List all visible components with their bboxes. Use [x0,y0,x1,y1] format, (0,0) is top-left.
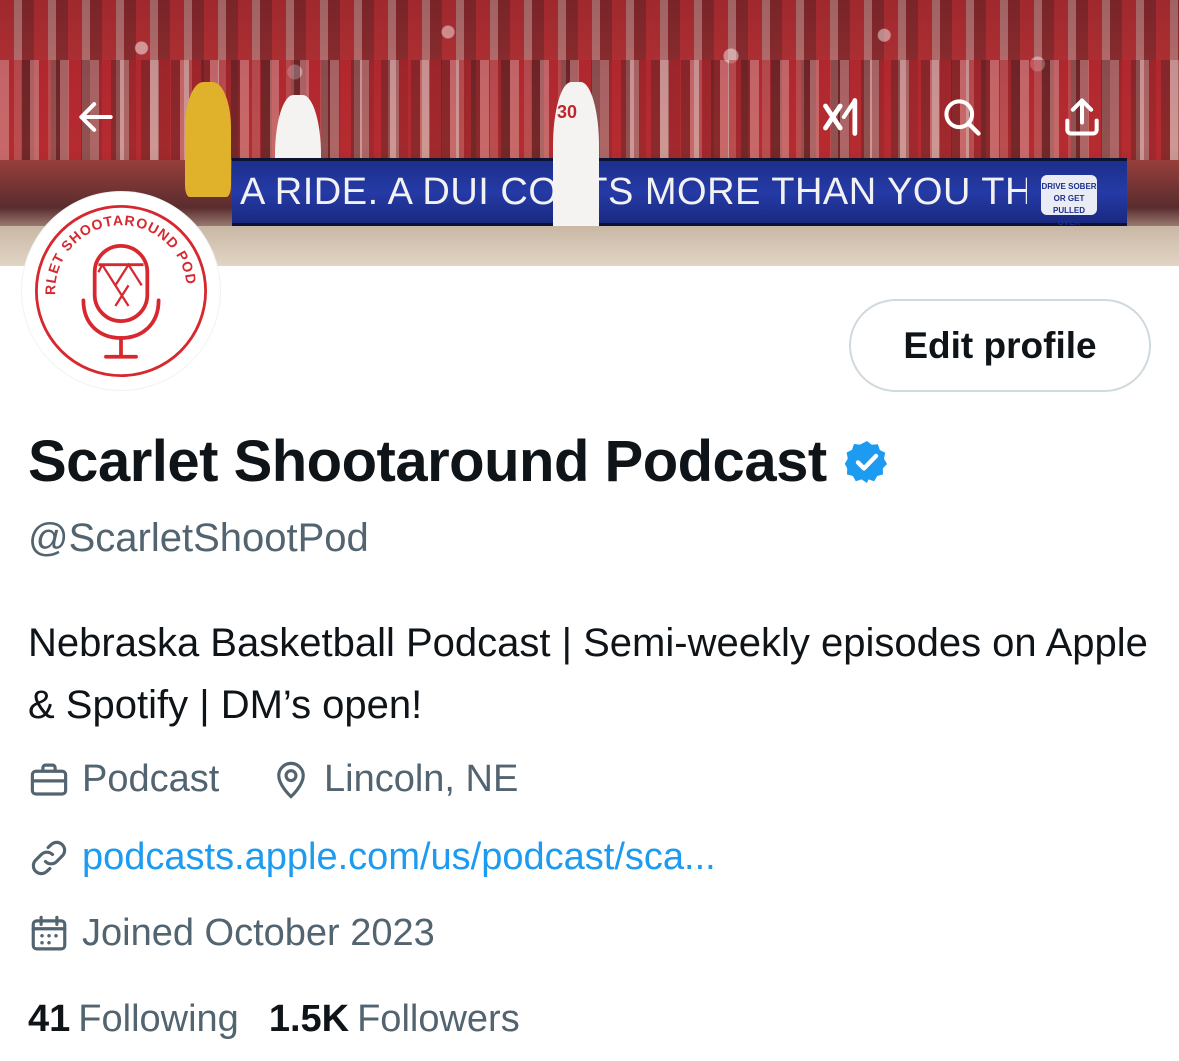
banner-led-board: A RIDE. A DUI COSTS MORE THAN YOU THINK.… [232,158,1127,227]
following-count: 41 [28,998,71,1040]
briefcase-icon [30,763,68,796]
followers-count: 1.5K [268,998,350,1040]
grok-icon [823,98,858,136]
following-label: Following [78,998,239,1040]
back-button[interactable] [66,87,126,147]
profile-bio: Nebraska Basketball Podcast | Semi-weekl… [28,621,1148,727]
share-icon [1065,98,1099,136]
link-icon [31,840,67,875]
location-label: Lincoln, NE [324,758,519,800]
category-label: Podcast [82,758,220,800]
search-icon [944,99,981,136]
followers-label: Followers [357,998,520,1040]
share-button[interactable] [1052,87,1112,147]
search-button[interactable] [932,87,992,147]
banner-player-yellow [185,82,231,197]
profile-location: Lincoln, NE [270,758,518,801]
profile-handle: @ScarletShootPod [28,516,369,560]
grok-button[interactable] [812,87,872,147]
website-link[interactable]: podcasts.apple.com/us/podcast/sca... [82,836,716,879]
banner-player-center: 30 [553,82,599,242]
podcast-logo-icon: SCARLET SHOOTAROUND PODCAST [21,184,208,378]
banner-led-text: A RIDE. A DUI COSTS MORE THAN YOU THINK. [240,171,1027,213]
profile-stats: 41 Following 1.5K Followers [28,998,550,1041]
profile-category: Podcast [28,758,219,801]
edit-profile-button[interactable]: Edit profile [849,299,1151,392]
calendar-icon [31,915,67,950]
location-pin-icon [277,761,305,799]
followers-stat[interactable]: 1.5K Followers [269,998,520,1041]
display-name: Scarlet Shootaround Podcast [28,429,827,494]
profile-name-row: Scarlet Shootaround Podcast [28,428,891,495]
joined-label: Joined October 2023 [82,912,435,954]
profile-joined: Joined October 2023 [28,912,435,955]
profile-avatar[interactable]: SCARLET SHOOTAROUND PODCAST [21,184,220,390]
verified-badge-icon[interactable] [843,438,891,486]
arrow-left-icon [79,102,113,132]
profile-website[interactable]: podcasts.apple.com/us/podcast/sca... [28,836,716,879]
following-stat[interactable]: 41 Following [28,998,239,1041]
banner-jersey-number: 30 [557,102,578,122]
banner-led-badge: DRIVE SOBER OR GET PULLED OVER [1041,175,1097,227]
